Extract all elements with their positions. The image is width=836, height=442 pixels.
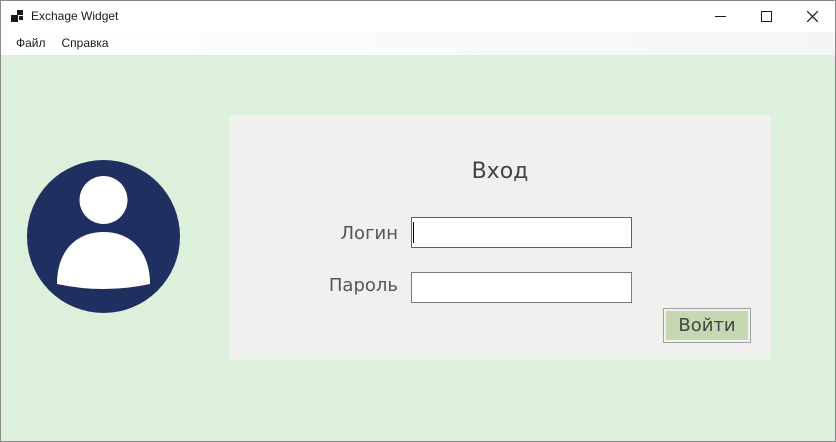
user-silhouette-icon bbox=[57, 176, 150, 289]
password-input[interactable] bbox=[411, 272, 632, 303]
user-avatar-icon bbox=[27, 160, 180, 313]
login-label: Логин bbox=[340, 223, 398, 244]
login-panel: Вход Логин Пароль Войти bbox=[229, 115, 771, 360]
title-bar[interactable]: Exchage Widget bbox=[1, 1, 835, 32]
menu-bar: Файл Справка bbox=[1, 32, 835, 55]
close-icon bbox=[806, 11, 818, 22]
window-title: Exchage Widget bbox=[31, 9, 119, 23]
text-caret bbox=[413, 222, 414, 243]
close-button[interactable] bbox=[789, 1, 835, 32]
menu-item-help[interactable]: Справка bbox=[54, 32, 117, 55]
maximize-icon bbox=[760, 11, 772, 22]
login-input[interactable] bbox=[411, 217, 632, 248]
maximize-button[interactable] bbox=[743, 1, 789, 32]
menu-item-file[interactable]: Файл bbox=[8, 32, 54, 55]
main-content: Вход Логин Пароль Войти bbox=[1, 55, 835, 441]
minimize-icon bbox=[714, 16, 726, 17]
login-button[interactable]: Войти bbox=[663, 308, 751, 343]
app-window: Exchage Widget Файл Справка Вход Логин П… bbox=[0, 0, 836, 442]
app-icon bbox=[11, 10, 23, 22]
login-heading: Вход bbox=[471, 159, 529, 184]
minimize-button[interactable] bbox=[697, 1, 743, 32]
password-label: Пароль bbox=[328, 275, 398, 296]
